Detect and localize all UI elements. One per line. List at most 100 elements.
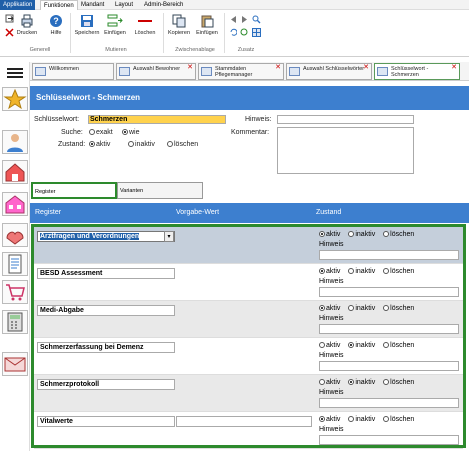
- close-tab-icon[interactable]: ✕: [451, 64, 457, 71]
- state-aktiv-option[interactable]: aktiv: [89, 141, 110, 148]
- exit-button[interactable]: [4, 14, 14, 25]
- menu-tab-admin[interactable]: Admin-Bereich: [141, 0, 186, 10]
- delete-button[interactable]: Löschen: [132, 14, 158, 36]
- radio-icon[interactable]: [89, 141, 95, 147]
- insert-button[interactable]: Einfügen: [102, 14, 128, 36]
- sidebar-facility[interactable]: [2, 192, 28, 216]
- radio-icon[interactable]: [128, 141, 134, 147]
- print-button[interactable]: Drucken: [16, 14, 38, 36]
- table-row[interactable]: Schmerzprotokoll aktiv inaktiv löschen H…: [34, 375, 463, 412]
- register-name-field[interactable]: Schmerzprotokoll: [37, 379, 175, 390]
- sidebar-accounting[interactable]: [2, 310, 28, 334]
- tab-schluesselwort-schmerzen[interactable]: Schlüsselwort - Schmerzen ✕: [374, 63, 460, 80]
- hamburger-menu-button[interactable]: [4, 66, 26, 80]
- radio-aktiv[interactable]: [319, 379, 325, 385]
- sidebar-shopping[interactable]: [2, 280, 28, 304]
- tab-willkommen[interactable]: Willkommen: [32, 63, 114, 80]
- register-name-field[interactable]: BESD Assessment: [37, 268, 175, 279]
- radio-inaktiv[interactable]: [348, 231, 355, 237]
- menu-tab-funktionen[interactable]: Funktionen: [40, 0, 78, 10]
- grid-button[interactable]: [252, 28, 261, 39]
- radio-aktiv[interactable]: [319, 342, 325, 348]
- register-dropdown[interactable]: ▾: [164, 231, 174, 242]
- keyword-input[interactable]: Schmerzen: [88, 115, 226, 124]
- row-hint-input[interactable]: [319, 287, 459, 297]
- radio-aktiv[interactable]: [319, 231, 325, 237]
- state-loeschen-option[interactable]: löschen: [167, 141, 198, 148]
- radio-loeschen[interactable]: [383, 379, 390, 385]
- radio-aktiv[interactable]: [319, 268, 325, 274]
- search-wie-option[interactable]: wie: [122, 129, 140, 136]
- row-hint-input[interactable]: [319, 435, 459, 445]
- radio-loeschen[interactable]: [383, 231, 390, 237]
- default-value-input[interactable]: [176, 416, 312, 427]
- sidebar-resident[interactable]: [2, 130, 28, 154]
- table-row[interactable]: BESD Assessment aktiv inaktiv löschen Hi…: [34, 264, 463, 301]
- copy-button[interactable]: Kopieren: [167, 14, 191, 36]
- nav-next-button[interactable]: [240, 16, 248, 25]
- nav-prev-button[interactable]: [229, 16, 237, 25]
- close-tab-icon[interactable]: ✕: [275, 64, 281, 71]
- radio-loeschen[interactable]: [383, 268, 390, 274]
- search-exakt-option[interactable]: exakt: [89, 129, 113, 136]
- row-hint-input[interactable]: [319, 361, 459, 371]
- radio-inaktiv[interactable]: [348, 342, 355, 348]
- register-name-field[interactable]: Medi-Abgabe: [37, 305, 175, 316]
- radio-icon[interactable]: [122, 129, 128, 135]
- close-tab-icon[interactable]: ✕: [187, 64, 193, 71]
- row-hint-input[interactable]: [319, 398, 459, 408]
- option-label: inaktiv: [355, 268, 376, 275]
- sidebar-home[interactable]: [2, 160, 28, 184]
- close-tab-icon[interactable]: ✕: [363, 64, 369, 71]
- refresh-button[interactable]: [240, 28, 248, 38]
- group-mutate-label: Mutieren: [105, 47, 127, 53]
- sidebar-favorites[interactable]: [2, 87, 28, 111]
- radio-inaktiv[interactable]: [348, 268, 355, 274]
- subtab-register[interactable]: Register: [31, 182, 117, 199]
- menu-tab-mandant[interactable]: Mandant: [78, 0, 107, 10]
- radio-icon[interactable]: [167, 141, 173, 147]
- list-icon: [119, 67, 130, 76]
- register-name-field[interactable]: Schmerzerfassung bei Demenz: [37, 342, 175, 353]
- tab-auswahl-bewohner[interactable]: Auswahl Bewohner ✕: [116, 63, 196, 80]
- radio-loeschen[interactable]: [383, 416, 390, 422]
- table-row[interactable]: Arztfragen und Verordnungen ▾ aktiv inak…: [34, 227, 463, 264]
- sidebar-care[interactable]: [2, 223, 28, 247]
- row-hint-input[interactable]: [319, 324, 459, 334]
- menu-tab-applikation[interactable]: Applikation: [0, 0, 36, 10]
- option-label: inaktiv: [355, 379, 376, 386]
- tab-auswahl-schluesselwoerter[interactable]: Auswahl Schlüsselwörter ✕: [286, 63, 372, 80]
- paste-button[interactable]: Einfügen: [195, 14, 219, 36]
- calculator-icon: [7, 312, 23, 332]
- radio-inaktiv[interactable]: [348, 379, 355, 385]
- table-row[interactable]: Medi-Abgabe aktiv inaktiv löschen Hinwei…: [34, 301, 463, 338]
- radio-loeschen[interactable]: [383, 342, 390, 348]
- radio-icon[interactable]: [89, 129, 95, 135]
- register-name-field[interactable]: Vitalwerte: [37, 416, 175, 427]
- search-button[interactable]: [252, 15, 261, 26]
- close-button[interactable]: [4, 28, 14, 39]
- radio-inaktiv[interactable]: [348, 416, 355, 422]
- help-button[interactable]: ? Hilfe: [46, 14, 66, 36]
- register-name-field[interactable]: Arztfragen und Verordnungen: [37, 231, 175, 242]
- state-inaktiv-option[interactable]: inaktiv: [128, 141, 155, 148]
- row-hint-label: Hinweis: [319, 278, 344, 285]
- table-row[interactable]: Schmerzerfassung bei Demenz aktiv inakti…: [34, 338, 463, 375]
- subtab-varianten[interactable]: Varianten: [117, 182, 203, 199]
- sidebar-messages[interactable]: [2, 352, 28, 376]
- sidebar-documents[interactable]: [2, 252, 28, 276]
- table-row[interactable]: Vitalwerte aktiv inaktiv löschen Hinweis: [34, 412, 463, 449]
- undo-button[interactable]: [229, 28, 238, 38]
- save-button[interactable]: Speichern: [74, 14, 100, 36]
- state-options: aktiv inaktiv löschen: [319, 231, 420, 238]
- tab-stammdaten[interactable]: Stammdaten Pflegemanager ✕: [198, 63, 284, 80]
- radio-loeschen[interactable]: [383, 305, 390, 311]
- row-hint-input[interactable]: [319, 250, 459, 260]
- radio-aktiv[interactable]: [319, 416, 325, 422]
- menu-tab-layout[interactable]: Layout: [112, 0, 136, 10]
- delete-row-icon: [138, 20, 152, 22]
- comment-textarea[interactable]: [277, 127, 414, 174]
- radio-aktiv[interactable]: [319, 305, 325, 311]
- hint-input[interactable]: [277, 115, 414, 124]
- radio-inaktiv[interactable]: [348, 305, 355, 311]
